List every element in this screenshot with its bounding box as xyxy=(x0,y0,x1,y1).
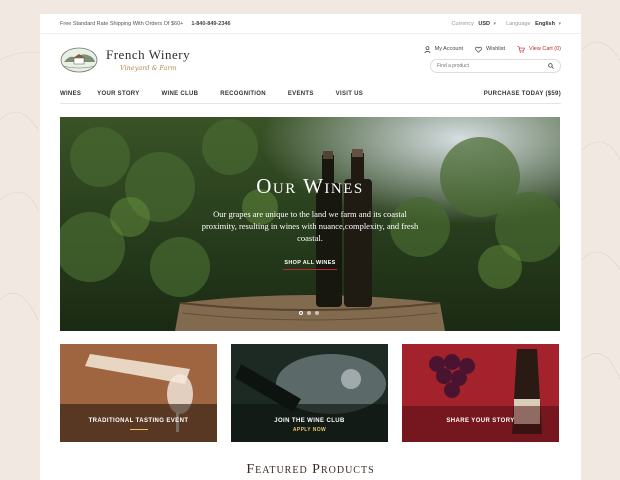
promo-tasting-event[interactable]: TRADITIONAL TASTING EVENT xyxy=(60,344,217,442)
logo-name: French Winery xyxy=(106,46,191,62)
user-icon xyxy=(424,45,431,53)
chevron-down-icon: ▾ xyxy=(558,20,561,27)
hero-banner: Our Wines Our grapes are unique to the l… xyxy=(60,117,560,331)
featured-products-heading: Featured Products xyxy=(246,462,375,477)
nav-item-visit-us[interactable]: VISIT US xyxy=(336,91,363,97)
hero-title: Our Wines xyxy=(256,174,364,198)
language-value: English xyxy=(535,20,555,27)
carousel-dot-1[interactable] xyxy=(299,311,303,315)
promo-label: JOIN THE WINE CLUB xyxy=(274,418,345,424)
wishlist-label: Wishlist xyxy=(486,46,505,52)
purchase-today-link[interactable]: PURCHASE TODAY ($59) xyxy=(484,91,561,97)
nav-item-your-story[interactable]: YOUR STORY xyxy=(97,91,139,97)
carousel-dot-3[interactable] xyxy=(315,311,319,315)
currency-label: Currency xyxy=(451,20,474,27)
shop-all-wines-button[interactable]: SHOP ALL WINES xyxy=(283,260,337,270)
view-cart-link[interactable]: View Cart (0) xyxy=(517,45,561,53)
page-container: Free Standard Rate Shipping With Orders … xyxy=(40,14,581,480)
apply-now-link[interactable]: APPLY NOW xyxy=(231,427,388,433)
top-bar: Free Standard Rate Shipping With Orders … xyxy=(40,14,581,34)
language-selector[interactable]: Language English ▾ xyxy=(506,21,561,27)
site-header: French Winery Vineyard & Farm My Account… xyxy=(40,34,581,84)
promo-wine-club[interactable]: JOIN THE WINE CLUB APPLY NOW xyxy=(231,344,388,442)
nav-item-events[interactable]: EVENTS xyxy=(288,91,314,97)
phone-number[interactable]: 1-840-849-2346 xyxy=(191,21,230,27)
heart-icon xyxy=(475,46,482,53)
hero-description: Our grapes are unique to the land we far… xyxy=(201,209,419,243)
promo-tiles: TRADITIONAL TASTING EVENT JOIN THE WINE … xyxy=(60,344,560,442)
view-cart-label: View Cart (0) xyxy=(529,46,561,52)
promo-label: TRADITIONAL TASTING EVENT xyxy=(88,418,189,424)
language-label: Language xyxy=(506,20,531,27)
currency-selector[interactable]: Currency USD ▾ xyxy=(452,21,497,27)
carousel-dots xyxy=(299,311,319,315)
promo-underline xyxy=(130,429,148,430)
nav-item-wines[interactable]: WINES xyxy=(60,91,81,97)
wishlist-link[interactable]: Wishlist xyxy=(475,46,505,53)
main-nav: WINES YOUR STORY WINE CLUB RECOGNITION E… xyxy=(60,84,561,104)
logo-tagline: Vineyard & Farm xyxy=(120,63,177,72)
promo-label: SHARE YOUR STORY xyxy=(446,418,515,424)
grapes-wine-image xyxy=(402,344,559,442)
my-account-link[interactable]: My Account xyxy=(424,45,464,53)
search-icon[interactable] xyxy=(548,62,554,69)
cart-icon xyxy=(517,45,525,53)
chevron-down-icon: ▾ xyxy=(493,20,497,27)
search-input[interactable] xyxy=(437,62,548,69)
promo-share-story[interactable]: SHARE YOUR STORY xyxy=(402,344,559,442)
carousel-dot-2[interactable] xyxy=(307,311,311,315)
nav-item-recognition[interactable]: RECOGNITION xyxy=(220,91,266,97)
search-box xyxy=(430,58,561,73)
winery-logo-icon[interactable] xyxy=(60,44,98,74)
currency-value: USD xyxy=(478,20,491,27)
nav-item-wine-club[interactable]: WINE CLUB xyxy=(162,91,199,97)
shipping-promo: Free Standard Rate Shipping With Orders … xyxy=(60,20,184,27)
my-account-label: My Account xyxy=(434,46,464,52)
wine-pour-image xyxy=(60,344,217,442)
